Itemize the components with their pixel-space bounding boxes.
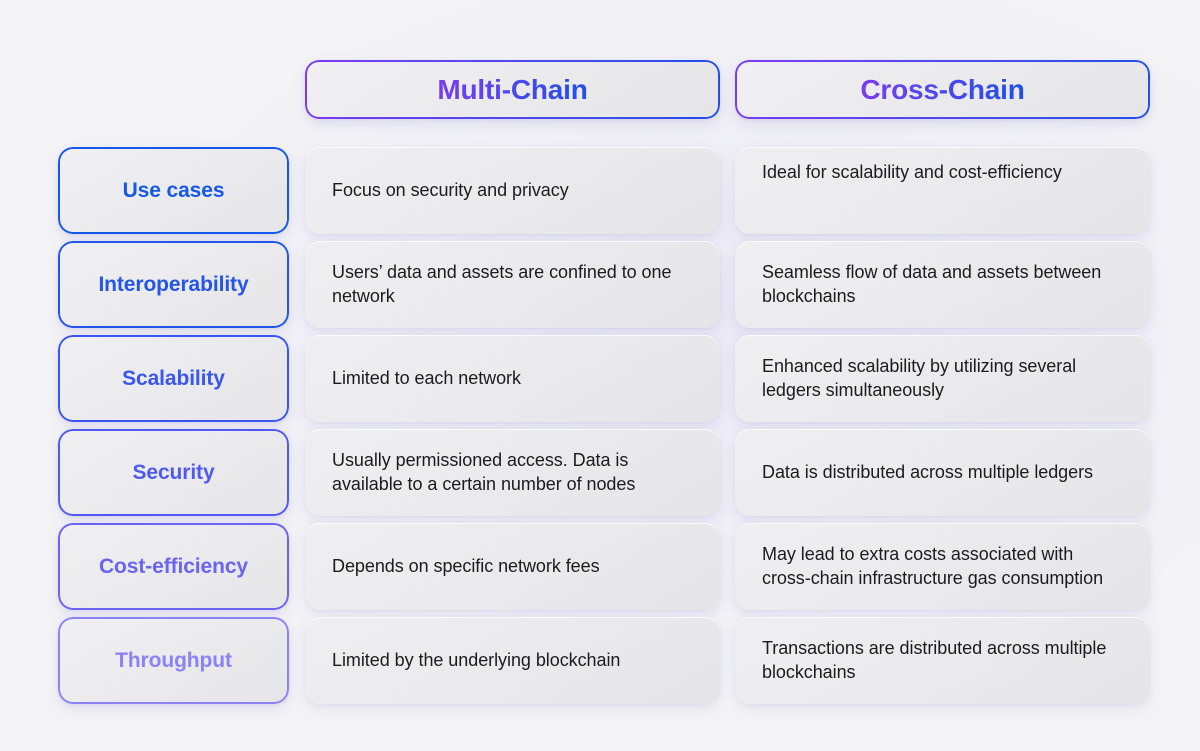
cell-cross-chain-1: Ideal for scalability and cost-efficienc… — [735, 147, 1150, 234]
column-header-cross-chain: Cross-Chain — [735, 60, 1150, 119]
row-label-text: Scalability — [122, 366, 225, 390]
row-label-text: Security — [132, 460, 215, 484]
comparison-table-page: Multi-Chain Cross-Chain Use cases Focus o… — [0, 0, 1200, 751]
cell-multi-chain-3: Limited to each network — [305, 335, 720, 422]
cell-cross-chain-2: Seamless flow of data and assets between… — [735, 241, 1150, 328]
cell-multi-chain-5: Depends on specific network fees — [305, 523, 720, 610]
cell-text: Depends on specific network fees — [332, 555, 600, 576]
cell-cross-chain-5: May lead to extra costs associated with … — [735, 523, 1150, 610]
cell-text: Transactions are distributed across mult… — [762, 638, 1107, 682]
column-header-multi-chain-label: Multi-Chain — [437, 73, 588, 105]
cell-multi-chain-2: Users’ data and assets are confined to o… — [305, 241, 720, 328]
row-label-2[interactable]: Interoperability — [58, 241, 289, 328]
cell-text: Usually permissioned access. Data is ava… — [332, 450, 636, 494]
comparison-table: Multi-Chain Cross-Chain Use cases Focus o… — [58, 60, 1150, 704]
cell-multi-chain-1: Focus on security and privacy — [305, 147, 720, 234]
cell-text: Ideal for scalability and cost-efficienc… — [762, 162, 1062, 182]
cell-text: Data is distributed across multiple ledg… — [762, 461, 1093, 482]
row-label-text: Throughput — [115, 648, 232, 672]
row-label-text: Interoperability — [98, 272, 249, 296]
cell-cross-chain-3: Enhanced scalability by utilizing severa… — [735, 335, 1150, 422]
cell-text: Users’ data and assets are confined to o… — [332, 262, 672, 306]
cell-multi-chain-4: Usually permissioned access. Data is ava… — [305, 429, 720, 516]
row-label-text: Cost-efficiency — [98, 554, 249, 578]
cell-text: Enhanced scalability by utilizing severa… — [762, 356, 1077, 400]
column-header-cross-chain-label: Cross-Chain — [860, 73, 1025, 105]
cell-text: Limited by the underlying blockchain — [332, 649, 621, 670]
cell-text: May lead to extra costs associated with … — [762, 544, 1104, 588]
cell-multi-chain-6: Limited by the underlying blockchain — [305, 617, 720, 704]
cell-text: Limited to each network — [332, 367, 521, 388]
row-label-1[interactable]: Use cases — [58, 147, 289, 234]
cell-text: Seamless flow of data and assets between… — [762, 262, 1102, 306]
column-header-multi-chain: Multi-Chain — [305, 60, 720, 119]
row-label-3[interactable]: Scalability — [58, 335, 289, 422]
cell-text: Focus on security and privacy — [332, 179, 569, 200]
cell-cross-chain-6: Transactions are distributed across mult… — [735, 617, 1150, 704]
row-label-4[interactable]: Security — [58, 429, 289, 516]
row-label-5[interactable]: Cost-efficiency — [58, 523, 289, 610]
row-label-6[interactable]: Throughput — [58, 617, 289, 704]
row-label-text: Use cases — [122, 178, 225, 202]
header-body-spacer — [58, 126, 1150, 140]
cell-cross-chain-4: Data is distributed across multiple ledg… — [735, 429, 1150, 516]
